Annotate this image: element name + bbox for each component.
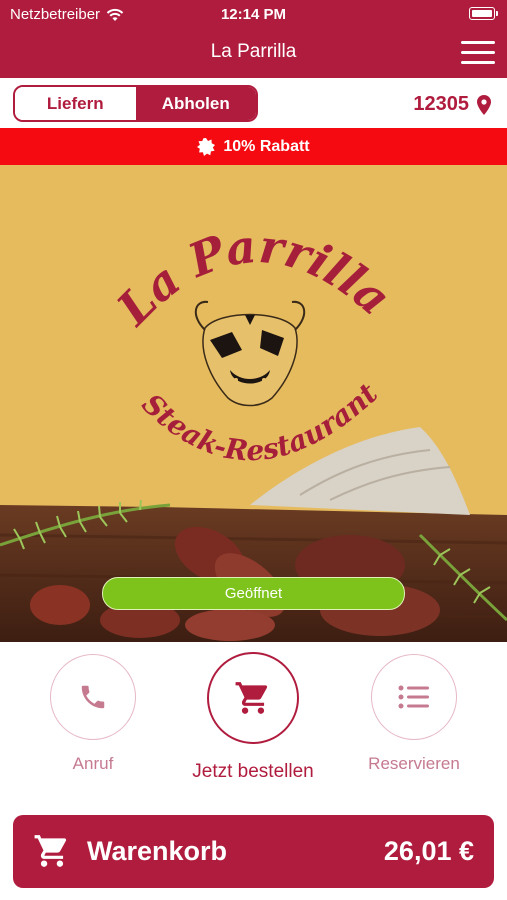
map-pin-icon [477, 94, 491, 115]
discount-text: 10% Rabatt [223, 137, 310, 155]
delivery-mode-toggle: Liefern Abholen [13, 85, 258, 122]
order-now-button[interactable]: Jetzt bestellen [190, 652, 316, 783]
cart-label: Warenkorb [87, 836, 228, 866]
hero-artwork: La Parrilla Steak-Restaurant [0, 165, 507, 642]
discount-banner: 10% Rabatt [0, 128, 507, 165]
cart-icon [34, 835, 67, 867]
hamburger-menu-icon[interactable] [461, 40, 495, 66]
status-bar: Netzbetreiber 12:14 PM [0, 0, 507, 28]
phone-icon [81, 685, 105, 709]
action-buttons: Anruf Jetzt bestellen Reservieren [0, 642, 507, 802]
page-title: La Parrilla [210, 41, 297, 62]
list-icon [398, 685, 429, 709]
tab-liefern[interactable]: Liefern [15, 87, 136, 120]
tab-abholen[interactable]: Abholen [135, 87, 256, 120]
order-circle[interactable] [207, 652, 299, 744]
reserve-button[interactable]: Reservieren [368, 654, 460, 774]
discount-badge-icon [197, 137, 216, 156]
cart-button[interactable]: Warenkorb 26,01 € [13, 815, 494, 888]
battery-icon [469, 7, 498, 20]
restaurant-hero-image: La Parrilla Steak-Restaurant Geöffnet [0, 165, 507, 642]
clock: 12:14 PM [220, 6, 287, 23]
mode-row: Liefern Abholen 12305 [0, 78, 507, 128]
cart-icon [235, 682, 268, 714]
call-circle[interactable] [50, 654, 136, 740]
call-label: Anruf [72, 754, 114, 773]
order-label: Jetzt bestellen [192, 761, 314, 782]
location-selector[interactable]: 12305 [413, 93, 491, 116]
nav-bar: La Parrilla [0, 28, 507, 78]
cart-total: 26,01 € [383, 836, 474, 866]
call-button[interactable]: Anruf [50, 654, 136, 774]
open-status-badge: Geöffnet [102, 577, 405, 610]
reserve-circle[interactable] [371, 654, 457, 740]
reserve-label: Reservieren [368, 754, 460, 773]
postal-code: 12305 [413, 93, 469, 115]
